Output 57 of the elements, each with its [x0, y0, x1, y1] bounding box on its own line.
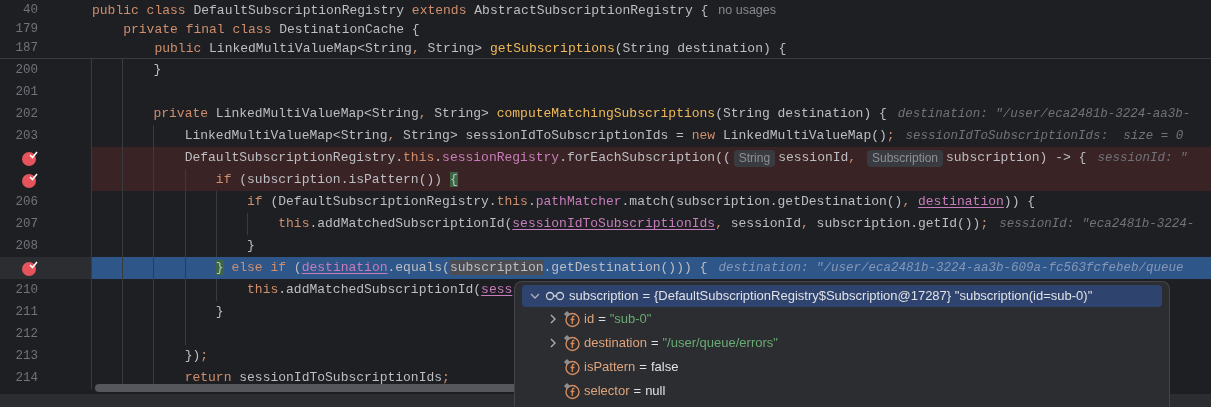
type-hint: String — [733, 149, 776, 167]
inline-value-hint: sessionIdToSubscriptionIds: size = 0 — [905, 127, 1184, 145]
chevron-icon[interactable] — [530, 291, 540, 301]
type-hint: Subscription — [866, 149, 943, 167]
code-text: LinkedMultiValueMap<String, String> sessionIdToSubscriptionIds = new LinkedMultiValueMap(); — [184, 127, 895, 146]
glasses-icon — [545, 291, 565, 301]
line-number: 212 — [15, 325, 38, 343]
code-text: subscription) -> { — [946, 149, 1087, 168]
code-text: sessionId, — [778, 149, 858, 168]
breakpoint-icon[interactable] — [21, 171, 39, 189]
line-number: 201 — [15, 83, 38, 101]
field-icon — [563, 334, 581, 352]
inline-value-hint: destination: "/user/eca2481b-3224-aa3b- — [897, 105, 1191, 123]
inline-value-hint: destination: "/user/eca2481b-3224-aa3b-609a-fc563fcfebeb/queue — [718, 259, 1184, 277]
code-text: if (DefaultSubscriptionRegistry.this.pathMatcher.match(subscription.getDestination(), destination)) { — [247, 193, 1036, 212]
variable-row[interactable]: id = "sub-0" — [522, 307, 1162, 331]
code-text: if (subscription.isPattern()) { — [215, 171, 458, 190]
line-number: 203 — [15, 127, 38, 145]
code-text: public class DefaultSubscriptionRegistry extends AbstractSubscriptionRegistry { — [92, 1, 709, 20]
usage-hint[interactable]: no usages — [718, 1, 776, 20]
code-text: this.addMatchedSubscriptionId(sessionIdToSubscriptionIds, sessionId, subscription.getId()); — [278, 215, 989, 234]
line-number: 210 — [15, 281, 38, 299]
line-number: 208 — [15, 237, 38, 255]
line-number: 179 — [15, 21, 38, 39]
variable-row[interactable]: subscription = {DefaultSubscriptionRegistry$Subscription@17287} "subscription(id=sub-0)" — [522, 285, 1162, 307]
line-number: 211 — [15, 303, 38, 321]
inline-value-hint: sessionId: " — [1097, 149, 1188, 167]
code-text: this.addMatchedSubscriptionId(sess — [247, 281, 513, 300]
code-text: DefaultSubscriptionRegistry.this.sessionRegistry.forEachSubscription(( — [184, 149, 731, 168]
breakpoint-icon[interactable] — [21, 259, 39, 277]
inline-value-hint: sessionId: "eca2481b-3224- — [999, 215, 1195, 233]
line-number: 213 — [15, 347, 38, 365]
code-text: } — [215, 303, 224, 322]
line-number: 200 — [15, 61, 38, 79]
code-text: }); — [184, 347, 209, 366]
code-text: public LinkedMultiValueMap<String, String> getSubscriptions(String destination) { — [154, 39, 787, 58]
code-text: private LinkedMultiValueMap<String, String> computeMatchingSubscriptions(String destination) { — [153, 105, 887, 124]
line-number: 40 — [23, 2, 38, 20]
variable-row[interactable]: destination = "/user/queue/errors" — [522, 331, 1162, 355]
chevron-icon[interactable] — [548, 338, 558, 348]
line-number: 206 — [15, 193, 38, 211]
field-icon — [563, 382, 581, 400]
field-icon — [563, 310, 581, 328]
field-icon — [563, 358, 581, 376]
code-text: } — [247, 237, 255, 256]
chevron-icon[interactable] — [548, 314, 558, 324]
line-number: 214 — [15, 369, 38, 387]
variable-row[interactable]: isPattern = false — [522, 355, 1162, 379]
line-number: 202 — [15, 105, 38, 123]
code-text: return sessionIdToSubscriptionIds; — [184, 369, 450, 388]
line-number: 187 — [15, 40, 38, 58]
line-number: 207 — [15, 215, 38, 233]
code-text: private final class DestinationCache { — [123, 20, 420, 39]
code-text: } else if (destination.equals(subscription.getDestination())) { — [215, 259, 708, 278]
code-text: } — [153, 61, 162, 80]
breakpoint-icon[interactable] — [21, 149, 39, 167]
variable-row[interactable]: selector = null — [522, 379, 1162, 403]
